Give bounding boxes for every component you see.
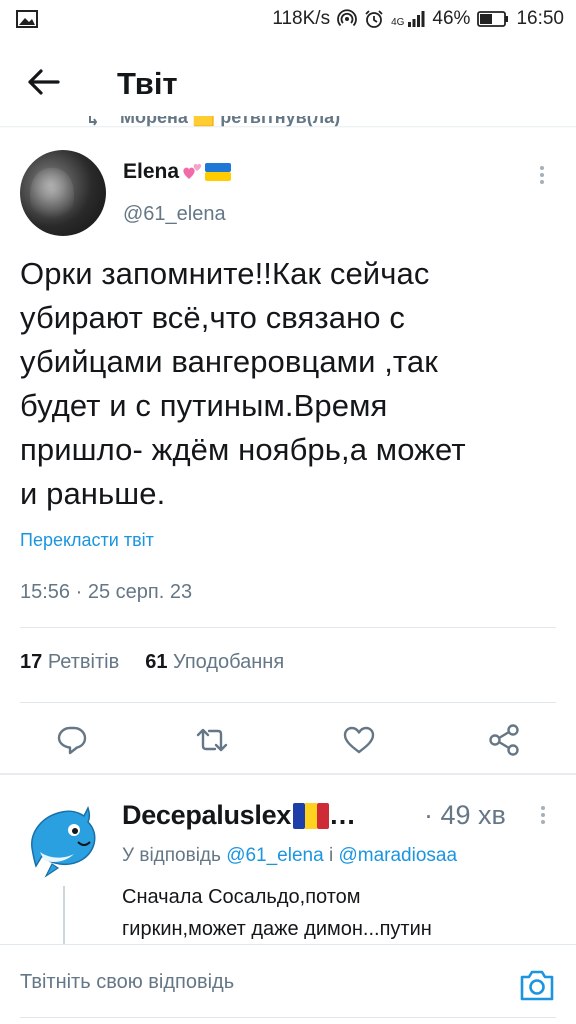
back-button[interactable]	[22, 64, 64, 100]
author-avatar[interactable]	[20, 150, 106, 236]
like-icon	[343, 726, 375, 754]
reply-to-line: У відповідь @61_elena і @maradiosaa	[122, 845, 457, 867]
reply-input[interactable]: Твітніть свою відповідь	[20, 971, 234, 994]
dolphin-avatar-icon	[31, 806, 96, 878]
author-name[interactable]: Elena	[123, 160, 232, 184]
tweet-actions	[0, 710, 576, 770]
reply-text: Сначала Сосальдо,потом гиркин,может даже…	[122, 881, 542, 945]
divider	[20, 627, 556, 628]
network-speed: 118K/s	[272, 8, 331, 29]
alarm-icon	[364, 9, 384, 29]
retweet-button[interactable]	[190, 718, 234, 762]
tweet-text-line: будет и с путиным.Время	[20, 388, 388, 423]
retweets-stat[interactable]: 17 Ретвітів	[20, 651, 119, 674]
tweet-text-line: Орки запомните!!Как сейчас	[20, 256, 430, 291]
ukraine-flag-icon	[205, 163, 232, 181]
tweet-screen: 118K/s 4G 46% 16:50 Твіт Морена 🟨 ретвіт…	[0, 0, 576, 1024]
retweeted-by[interactable]: Морена 🟨 ретвітнув(ла)	[88, 116, 448, 140]
retweet-action-icon	[196, 728, 228, 752]
section-divider	[0, 773, 576, 775]
status-bar: 118K/s 4G 46% 16:50	[0, 0, 576, 38]
reply-author-name-text: Decepaluslex	[122, 800, 291, 830]
reply-avatar[interactable]	[22, 796, 106, 880]
tweet-text: Орки запомните!!Как сейчас убирают всё,ч…	[20, 252, 560, 516]
author-handle[interactable]: @61_elena	[123, 203, 226, 226]
retweet-icon	[89, 116, 98, 126]
compose-bar: Твітніть свою відповідь	[0, 944, 576, 1024]
reply-author-ellipsis: …	[329, 800, 356, 830]
share-button[interactable]	[482, 718, 526, 762]
image-icon	[16, 10, 38, 33]
romania-flag-icon	[293, 802, 329, 829]
clock: 16:50	[516, 8, 564, 29]
divider	[20, 702, 556, 703]
tweet-text-line: пришло- ждём ноябрь,а может	[20, 432, 466, 467]
app-header: Твіт	[0, 38, 576, 126]
likes-label: Уподобання	[173, 651, 285, 673]
battery-percent: 46%	[432, 8, 471, 29]
reply-text-line: Сначала Сосальдо,потом	[122, 886, 361, 908]
translate-tweet-link[interactable]: Перекласти твіт	[20, 530, 154, 551]
reply-button[interactable]	[50, 718, 94, 762]
mention-link[interactable]: @61_elena	[226, 845, 323, 866]
reply-author-name[interactable]: Decepaluslex …	[122, 800, 356, 831]
share-icon	[489, 724, 519, 756]
tweet-text-line: и раньше.	[20, 476, 166, 511]
reply-time: · 49 хв	[424, 800, 506, 830]
reply-joiner: і	[328, 845, 334, 866]
page-title: Твіт	[117, 66, 178, 101]
likes-stat[interactable]: 61 Уподобання	[145, 651, 284, 674]
more-vertical-icon[interactable]	[534, 163, 550, 189]
network-type: 4G	[391, 17, 405, 28]
author-name-text: Elena	[123, 160, 180, 183]
reply-prefix: У відповідь	[122, 845, 221, 866]
camera-icon	[520, 970, 554, 1001]
camera-button[interactable]	[518, 967, 556, 1003]
signal-icon: 4G	[391, 10, 425, 28]
likes-count: 61	[145, 651, 168, 673]
hearts-emoji-icon	[183, 163, 202, 179]
hotspot-icon	[337, 9, 357, 29]
thread-line	[63, 886, 65, 944]
more-vertical-icon[interactable]	[536, 803, 550, 829]
retweets-label: Ретвітів	[47, 651, 120, 673]
input-underline	[20, 1017, 556, 1018]
reply-text-line: гиркин,может даже димон...путин	[122, 918, 432, 940]
tweet-text-line: убийцами вангеровцами ,так	[20, 344, 438, 379]
author-emoji	[181, 162, 232, 182]
reply-icon	[57, 726, 87, 755]
battery-icon	[477, 11, 509, 27]
tweet-text-line: убирают всё,что связано с	[20, 300, 405, 335]
back-arrow-icon	[28, 69, 60, 95]
like-button[interactable]	[337, 718, 381, 762]
tweet-timestamp[interactable]: 15:56 · 25 серп. 23	[20, 581, 192, 604]
header-divider	[0, 126, 576, 128]
tweet-stats: 17 Ретвітів 61 Уподобання	[20, 651, 284, 674]
mention-link[interactable]: @maradiosaa	[338, 845, 457, 866]
status-icons: 118K/s 4G 46% 16:50	[272, 6, 564, 32]
retweets-count: 17	[20, 651, 43, 673]
